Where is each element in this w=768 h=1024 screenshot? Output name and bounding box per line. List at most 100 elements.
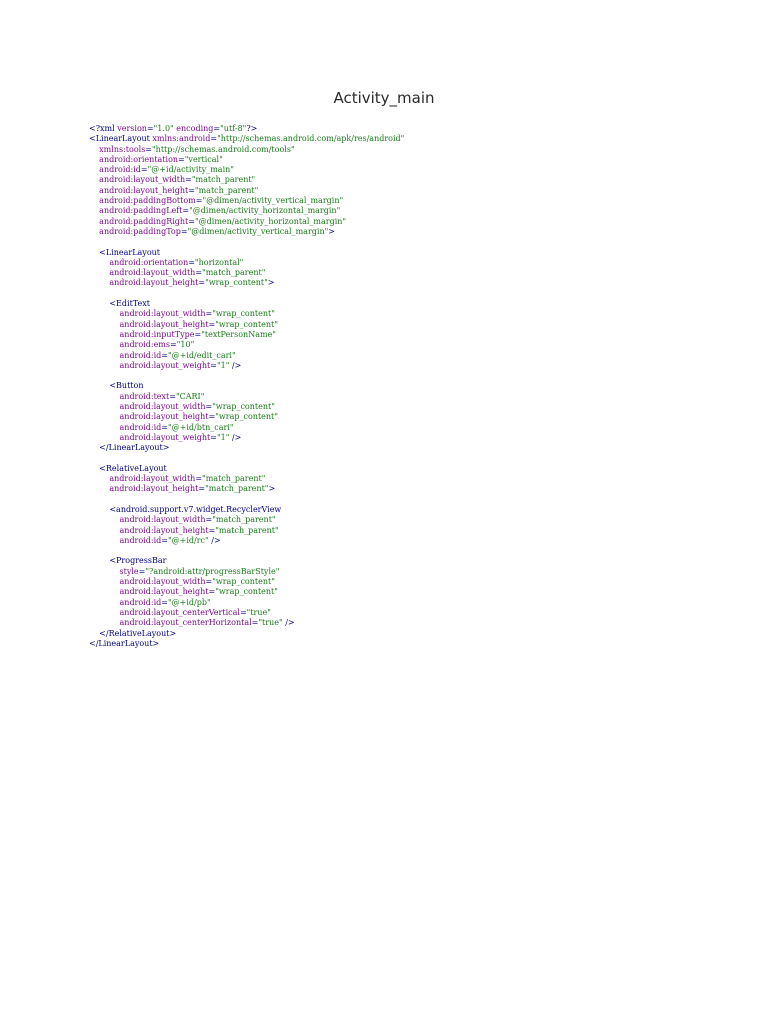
code-line: <Button <box>89 381 404 391</box>
code-token-attribute: android:layout_height <box>119 587 209 597</box>
code-line: <EditText <box>89 299 404 309</box>
code-token-attribute: android:layout_height <box>119 525 209 535</box>
code-token-tag: <android.support.v7.widget.RecyclerView <box>109 504 282 514</box>
code-line: android:layout_width="wrap_content" <box>89 577 404 587</box>
code-token-value: "http://schemas.android.com/apk/res/andr… <box>217 134 405 144</box>
code-line: android:paddingRight="@dimen/activity_ho… <box>89 217 404 227</box>
code-token-value: "@dimen/activity_vertical_margin" <box>187 226 329 236</box>
code-token-attribute: android:layout_width <box>109 268 196 278</box>
code-token-value: "wrap_content" <box>212 309 275 319</box>
code-line: android:layout_centerVertical="true" <box>89 608 404 618</box>
code-line: android:orientation="horizontal" <box>89 258 404 268</box>
code-token-punctuation: = <box>161 350 168 360</box>
code-token-attribute: android:paddingBottom <box>99 196 196 206</box>
code-token-tag: /> <box>282 618 295 628</box>
code-token-attribute: android:layout_height <box>99 185 189 195</box>
code-line: </LinearLayout> <box>89 443 404 453</box>
code-token-attribute: android:id <box>119 535 162 545</box>
code-token-punctuation: = <box>145 144 152 154</box>
code-line: </RelativeLayout> <box>89 629 404 639</box>
code-token-attribute: android:layout_width <box>119 402 206 412</box>
code-token-tag: <?xml <box>89 124 118 133</box>
code-line: android:paddingTop="@dimen/activity_vert… <box>89 227 404 237</box>
code-token-punctuation: = <box>161 422 168 432</box>
code-line: android:layout_weight="1" /> <box>89 361 404 371</box>
code-token-value: "@+id/edit_cari" <box>167 350 236 360</box>
code-token-attribute: android:id <box>99 165 141 175</box>
code-token-attribute: android:text <box>119 391 170 401</box>
code-token-attribute: android:paddingRight <box>99 216 189 226</box>
code-token-value: "10" <box>176 340 195 350</box>
code-token-punctuation: = <box>188 185 195 195</box>
code-token-attribute: android:layout_weight <box>119 432 211 442</box>
code-line: android:inputType="textPersonName" <box>89 330 404 340</box>
code-token-punctuation: = <box>178 154 185 164</box>
code-token-tag: > <box>328 226 335 236</box>
code-token-punctuation: = <box>161 597 168 607</box>
code-line: <RelativeLayout <box>89 464 404 474</box>
code-token-tag: </RelativeLayout> <box>99 628 177 638</box>
code-line: android:id="@+id/edit_cari" <box>89 351 404 361</box>
code-line: android:ems="10" <box>89 340 404 350</box>
code-line: android:layout_height="wrap_content" <box>89 320 404 330</box>
code-line: <android.support.v7.widget.RecyclerView <box>89 505 404 515</box>
code-line: android:paddingBottom="@dimen/activity_v… <box>89 196 404 206</box>
code-token-attribute: version <box>117 124 147 133</box>
code-token-value: "vertical" <box>184 154 223 164</box>
code-token-tag: <LinearLayout <box>99 247 161 257</box>
code-line: android:layout_width="match_parent" <box>89 268 404 278</box>
code-token-value: "1.0" <box>153 124 174 133</box>
code-line: android:text="CARI" <box>89 392 404 402</box>
code-token-punctuation: = <box>146 124 154 133</box>
code-token-value: "wrap_content" <box>212 402 275 412</box>
code-token-attribute: android:layout_width <box>119 577 206 587</box>
code-line: android:orientation="vertical" <box>89 155 404 165</box>
page-title: Activity_main <box>333 89 435 107</box>
code-token-attribute: android:layout_width <box>119 309 206 319</box>
code-token-value: "match_parent" <box>191 175 256 185</box>
code-line: android:id="@+id/activity_main" <box>89 165 404 175</box>
code-token-punctuation: = <box>239 607 247 617</box>
code-line: android:layout_width="match_parent" <box>89 515 404 525</box>
code-token-punctuation: = <box>210 360 217 370</box>
code-line: android:paddingLeft="@dimen/activity_hor… <box>89 206 404 216</box>
code-token-punctuation: = <box>140 165 148 175</box>
code-line: android:id="@+id/rc" /> <box>89 536 404 546</box>
code-token-tag: > <box>268 484 276 494</box>
code-line: android:layout_width="match_parent" <box>89 175 404 185</box>
code-token-value: "true" <box>246 607 271 617</box>
code-token-value: "@+id/pb" <box>167 597 211 607</box>
code-line: android:layout_height="wrap_content" <box>89 587 404 597</box>
code-token-attribute: android:layout_weight <box>119 360 211 370</box>
code-token-punctuation: = <box>169 391 176 401</box>
code-token-value: "wrap_content" <box>205 278 268 288</box>
code-token-punctuation: = <box>188 216 195 226</box>
code-token-value: "horizontal" <box>194 257 244 267</box>
code-token-punctuation: = <box>188 257 195 267</box>
code-token-attribute: android:orientation <box>109 257 189 267</box>
code-token-value: "match_parent" <box>194 185 259 195</box>
code-line: <?xml version="1.0" encoding="utf-8"?> <box>89 124 404 134</box>
code-line: android:layout_height="wrap_content" <box>89 412 404 422</box>
code-line: android:layout_width="match_parent" <box>89 474 404 484</box>
code-token-attribute: android:layout_height <box>119 412 209 422</box>
xml-code-block: <?xml version="1.0" encoding="utf-8"?> <L… <box>89 124 404 649</box>
code-line: android:layout_weight="1" /> <box>89 433 404 443</box>
code-token-attribute: android:orientation <box>99 154 179 164</box>
code-token-attribute: android:paddingTop <box>99 226 181 236</box>
code-line: android:layout_centerHorizontal="true" /… <box>89 618 404 628</box>
code-token-attribute: android:paddingLeft <box>99 206 183 216</box>
code-token-tag: ?> <box>246 124 258 133</box>
code-token-attribute: android:layout_width <box>119 515 206 525</box>
code-token-punctuation: = <box>180 226 188 236</box>
code-token-value: "true" <box>258 618 283 628</box>
code-token-value: "match_parent" <box>205 484 269 494</box>
code-token-value: "match_parent" <box>202 268 266 278</box>
code-token-tag: </LinearLayout> <box>99 443 170 453</box>
code-token-attribute: android:id <box>119 597 162 607</box>
